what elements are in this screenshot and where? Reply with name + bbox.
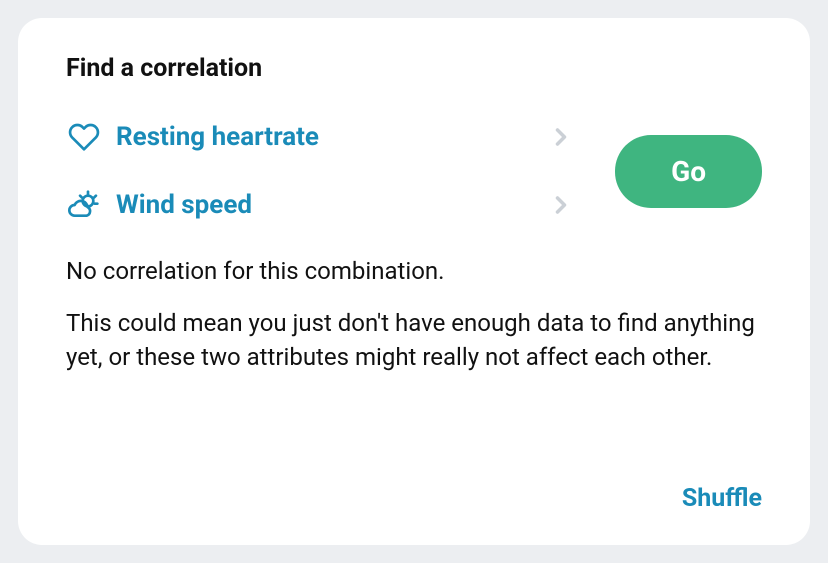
- weather-icon: [66, 187, 102, 223]
- card-footer: Shuffle: [66, 464, 762, 513]
- heart-icon: [66, 119, 102, 155]
- card-title: Find a correlation: [66, 54, 762, 83]
- shuffle-button[interactable]: Shuffle: [682, 484, 762, 513]
- go-button[interactable]: Go: [615, 135, 762, 208]
- selectors-row: Resting heartrate: [66, 115, 762, 227]
- attribute-selector-1[interactable]: Resting heartrate: [66, 115, 575, 159]
- chevron-right-icon: [547, 191, 575, 219]
- selectors-column: Resting heartrate: [66, 115, 575, 227]
- chevron-right-icon: [547, 123, 575, 151]
- attribute-2-label: Wind speed: [116, 190, 547, 220]
- result-message: No correlation for this combination.: [66, 255, 762, 287]
- attribute-selector-2[interactable]: Wind speed: [66, 183, 575, 227]
- correlation-card: Find a correlation Resting heartrate: [18, 18, 810, 545]
- result-explanation: This could mean you just don't have enou…: [66, 307, 762, 373]
- attribute-1-label: Resting heartrate: [116, 122, 547, 152]
